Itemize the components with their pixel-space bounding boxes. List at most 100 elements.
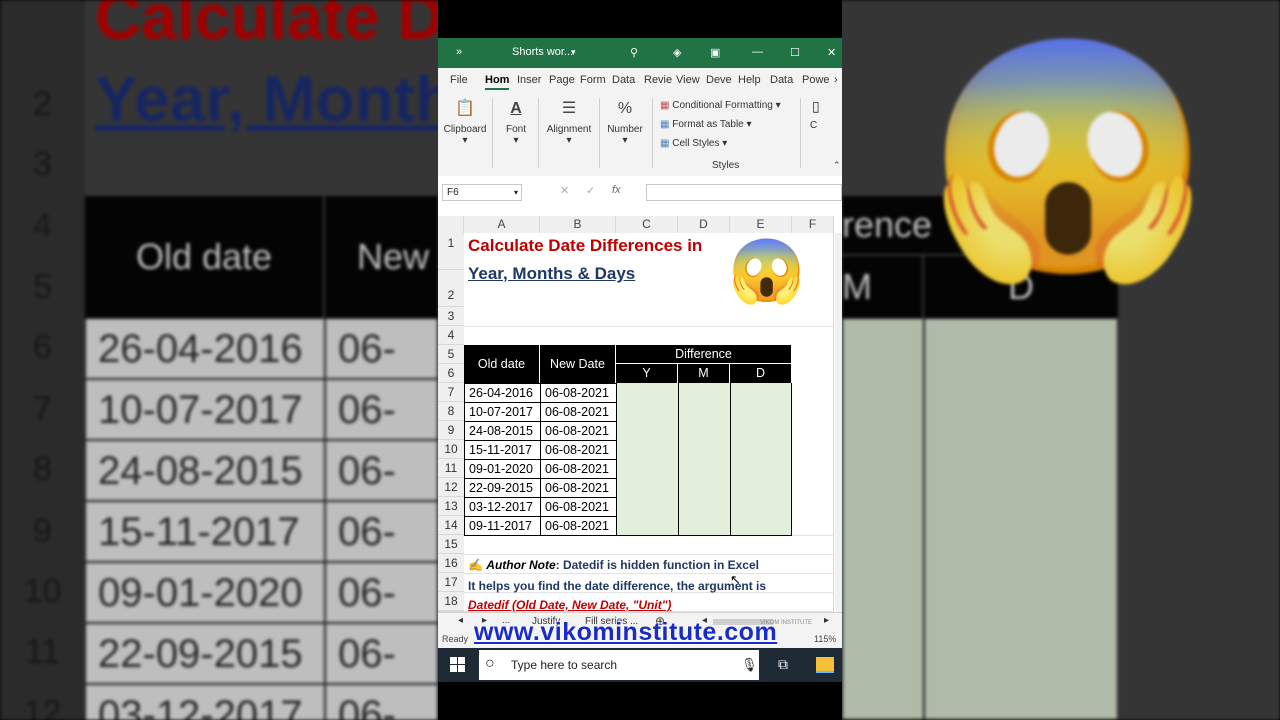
formula-input[interactable] [646,184,842,201]
old-date-cell[interactable]: 26-04-2016 [464,383,541,403]
row-header[interactable]: 13 [438,497,464,516]
row-header[interactable]: 14 [438,516,464,535]
new-date-cell[interactable]: 06-08-2021 [540,478,617,498]
prev-sheet-icon[interactable]: ◂ [458,615,463,626]
file-explorer-icon[interactable] [816,657,834,673]
microphone-icon[interactable]: 🎙 [741,657,758,673]
tab-data[interactable]: Data [612,74,635,86]
name-box[interactable]: F6 ▾ [442,184,522,201]
conditional-formatting-button[interactable]: ▦ Conditional Formatting ▾ [660,100,781,111]
alignment-group[interactable]: ☰ Alignment ▾ [542,98,596,146]
conditional-formatting-icon: ▦ [660,100,670,111]
collapse-ribbon-icon[interactable]: ⌃ [833,160,841,171]
result-column-m[interactable] [678,383,731,536]
font-group[interactable]: A Font ▾ [498,98,534,146]
font-color-icon: A [510,100,522,117]
column-header-d[interactable]: D [678,216,730,233]
enter-icon[interactable]: ✓ [586,184,595,197]
header-y: Y [616,364,678,383]
maximize-icon[interactable]: ☐ [790,46,800,59]
chevron-down-icon[interactable]: ▾ [571,47,576,58]
row-header[interactable]: 1 [438,233,464,270]
minimize-icon[interactable]: — [752,46,763,58]
old-date-cell[interactable]: 09-11-2017 [464,516,541,536]
row-header[interactable]: 8 [438,402,464,421]
tab-file[interactable]: File [450,74,468,86]
worksheet-grid[interactable]: A B C D E F 1 3 4 5 6 7 8 9 10 11 12 13 … [438,210,842,612]
row-header[interactable]: 12 [438,478,464,497]
insert-function-icon[interactable]: fx [612,184,621,196]
cells-icon[interactable]: ▯ [812,98,820,115]
tab-review[interactable]: Revie [644,74,672,86]
row-header[interactable]: 4 [438,326,464,345]
quick-access-more[interactable]: » [456,46,462,58]
row-header[interactable]: 7 [438,383,464,402]
cancel-icon[interactable]: ✕ [560,184,569,197]
column-header-e[interactable]: E [730,216,792,233]
old-date-cell[interactable]: 22-09-2015 [464,478,541,498]
row-header[interactable]: 16 [438,554,464,573]
old-date-cell[interactable]: 15-11-2017 [464,440,541,460]
diamond-icon[interactable]: ◈ [673,46,681,59]
task-view-icon[interactable]: ⧉ [778,656,788,673]
new-date-cell[interactable]: 06-08-2021 [540,402,617,422]
close-icon[interactable]: ✕ [827,46,836,59]
new-date-cell[interactable]: 06-08-2021 [540,440,617,460]
row-header[interactable]: 9 [438,421,464,440]
tab-view[interactable]: View [676,74,700,86]
tab-help[interactable]: Help [738,74,761,86]
old-date-cell[interactable]: 09-01-2020 [464,459,541,479]
new-date-cell[interactable]: 06-08-2021 [540,516,617,536]
result-column-d[interactable] [730,383,792,536]
taskbar-search-box[interactable]: ○ Type here to search 🎙 [479,650,759,680]
chevron-down-icon: ▾ [775,100,781,111]
tab-developer[interactable]: Deve [706,74,732,86]
row-header[interactable]: 11 [438,459,464,478]
bg-row-number: 4 [33,207,52,245]
select-all-corner[interactable] [438,216,464,233]
search-icon[interactable]: ⚲ [630,46,638,59]
column-header-b[interactable]: B [540,216,616,233]
row-header[interactable]: 6 [438,364,464,383]
clipboard-group[interactable]: 📋 Clipboard ▾ [442,98,488,146]
new-date-cell[interactable]: 06-08-2021 [540,459,617,479]
tab-power[interactable]: Powe [802,74,830,86]
cell-styles-button[interactable]: ▦ Cell Styles ▾ [660,138,727,149]
result-column-y[interactable] [616,383,679,536]
old-date-cell[interactable]: 10-07-2017 [464,402,541,422]
column-header-a[interactable]: A [464,216,540,233]
tabs-scroll-right-icon[interactable]: › [834,74,838,86]
new-date-cell[interactable]: 06-08-2021 [540,497,617,517]
old-date-cell[interactable]: 24-08-2015 [464,421,541,441]
tab-page-layout[interactable]: Page [549,74,575,86]
tab-formulas[interactable]: Form [580,74,606,86]
new-date-cell[interactable]: 06-08-2021 [540,383,617,403]
vertical-scrollbar[interactable] [835,233,842,612]
bg-row-number: 6 [33,328,52,366]
row-header[interactable]: 15 [438,535,464,554]
chevron-down-icon[interactable]: ▾ [514,185,518,200]
scroll-right-icon[interactable]: ▸ [824,615,829,626]
bg-new-date: 06-08 [325,379,438,493]
zoom-level[interactable]: 115% [814,634,836,644]
tab-insert[interactable]: Inser [517,74,541,86]
column-header-f[interactable]: F [792,216,834,233]
row-header[interactable]: 2 [438,270,464,307]
column-header-c[interactable]: C [616,216,678,233]
tab-data-2[interactable]: Data [770,74,793,86]
number-group[interactable]: % Number ▾ [604,98,646,146]
author-note-formula: Datedif (Old Date, New Date, "Unit") [468,598,672,612]
tab-home[interactable]: Hom [485,74,510,90]
old-date-cell[interactable]: 03-12-2017 [464,497,541,517]
format-as-table-button[interactable]: ▦ Format as Table ▾ [660,119,752,130]
row-header[interactable]: 5 [438,345,464,364]
new-date-cell[interactable]: 06-08-2021 [540,421,617,441]
cells-group-partial[interactable]: C [810,120,817,131]
windows-start-icon[interactable] [450,657,466,673]
row-header[interactable]: 10 [438,440,464,459]
row-header[interactable]: 17 [438,573,464,592]
ribbon-display-icon[interactable]: ▣ [710,46,720,59]
row-header[interactable]: 3 [438,307,464,326]
row-header[interactable]: 18 [438,592,464,611]
window-title: Shorts wor... [512,46,574,58]
